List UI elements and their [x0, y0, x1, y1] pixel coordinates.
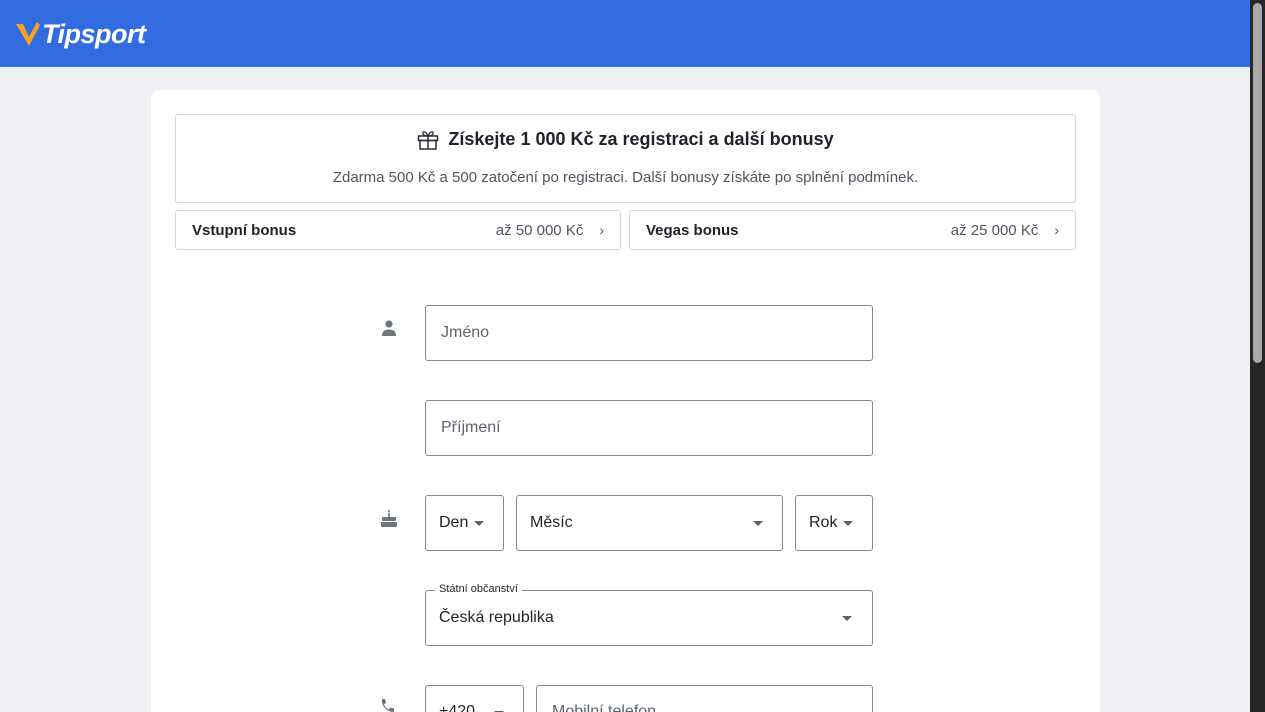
bonus-entry-amount: až 50 000 Kč [495, 221, 584, 239]
first-name-input[interactable]: Jméno [425, 305, 873, 361]
citizenship-value: Česká republika [439, 609, 554, 626]
bonus-entry-button[interactable]: Vstupní bonus až 50 000 Kč › [175, 210, 621, 250]
page-scrollbar[interactable] [1250, 0, 1265, 712]
birth-day-label: Den [439, 514, 469, 531]
promo-title: Získejte 1 000 Kč za registraci a další … [448, 129, 834, 149]
phone-prefix-value: +420 [439, 703, 476, 712]
registration-card: Získejte 1 000 Kč za registraci a další … [151, 90, 1100, 712]
birth-day-select[interactable]: Den [425, 495, 504, 551]
mobile-phone-placeholder: Mobilní telefon [552, 703, 657, 712]
promo-title-row: Získejte 1 000 Kč za registraci a další … [176, 129, 1075, 150]
caret-down-icon [843, 521, 853, 526]
gift-icon [418, 130, 439, 150]
cake-icon [381, 509, 397, 527]
scrollbar-thumb[interactable] [1253, 3, 1262, 363]
chevron-right-icon: › [599, 222, 604, 238]
bonus-vegas-button[interactable]: Vegas bonus až 25 000 Kč › [629, 210, 1076, 250]
phone-icon [381, 699, 394, 712]
citizenship-label: Státní občanství [435, 583, 522, 595]
chevron-right-icon: › [1054, 222, 1059, 238]
brand-logo[interactable]: Tipsport [15, 16, 146, 52]
phone-prefix-select[interactable]: +420 [425, 685, 524, 712]
last-name-input[interactable]: Příjmení [425, 400, 873, 456]
bonus-vegas-name: Vegas bonus [646, 221, 739, 239]
top-bar: Tipsport [0, 0, 1250, 67]
caret-down-icon [753, 521, 763, 526]
bonus-vegas-amount: až 25 000 Kč [950, 221, 1039, 239]
bonus-entry-name: Vstupní bonus [192, 221, 297, 239]
birth-year-select[interactable]: Rok [795, 495, 873, 551]
first-name-placeholder: Jméno [441, 324, 490, 341]
brand-name: Tipsport [42, 18, 146, 49]
promo-subtitle: Zdarma 500 Kč a 500 zatočení po registra… [332, 169, 919, 186]
birth-month-select[interactable]: Měsíc [516, 495, 783, 551]
birth-year-label: Rok [809, 514, 838, 531]
caret-down-icon [474, 521, 484, 526]
mobile-phone-input[interactable]: Mobilní telefon [536, 685, 873, 712]
tipsport-logo-icon [16, 22, 40, 46]
promo-box: Získejte 1 000 Kč za registraci a další … [175, 114, 1076, 203]
last-name-placeholder: Příjmení [441, 419, 501, 436]
citizenship-select[interactable]: Státní občanství Česká republika [425, 583, 873, 646]
person-icon [382, 320, 396, 336]
caret-down-icon [842, 616, 852, 621]
birth-month-label: Měsíc [530, 514, 573, 531]
